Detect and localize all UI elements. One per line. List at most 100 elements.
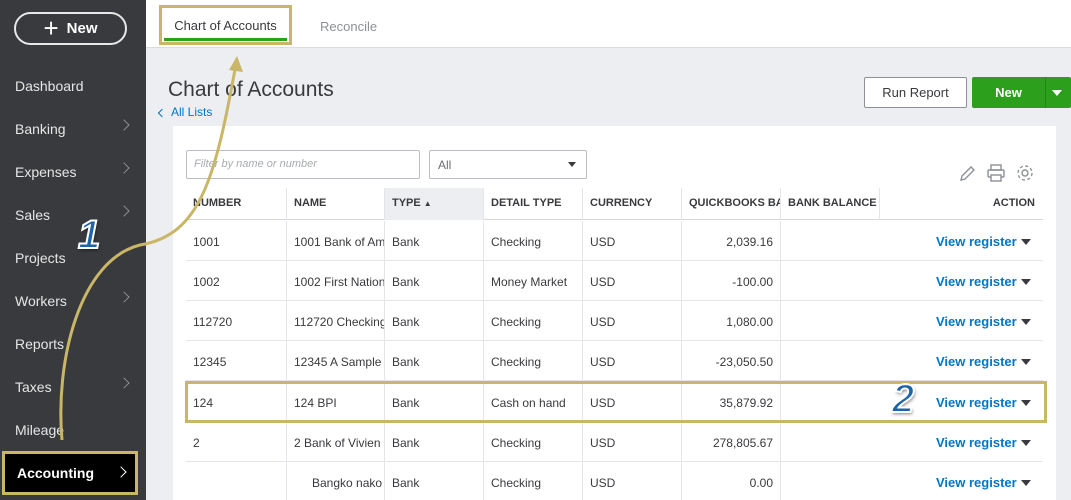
cell-name: Bangko nako: [286, 462, 384, 500]
filter-input[interactable]: Filter by name or number: [186, 150, 420, 179]
all-lists-link[interactable]: All Lists: [157, 105, 212, 119]
cell-number: [186, 462, 286, 500]
table-row[interactable]: 112720 112720 Checking Bank Checking USD…: [186, 301, 1043, 341]
column-header-number[interactable]: NUMBER: [186, 188, 286, 220]
tab-label: Chart of Accounts: [174, 17, 277, 33]
caret-down-icon[interactable]: [1021, 319, 1031, 325]
header-label: CURRENCY: [590, 197, 653, 209]
cell-number: 1002: [193, 275, 220, 289]
cell-bank-balance: [780, 261, 879, 301]
view-register-link[interactable]: View register: [936, 435, 1017, 450]
column-header-type[interactable]: TYPE ▲: [384, 188, 483, 220]
cell-bank-balance: [780, 221, 879, 261]
new-account-button[interactable]: New: [972, 77, 1071, 108]
chevron-right-icon: [118, 291, 130, 303]
cell-type: Bank: [384, 221, 483, 261]
cell-bank-balance: [780, 341, 879, 381]
sidebar-item-label: Sales: [15, 206, 51, 223]
sidebar-item-label: Accounting: [17, 465, 94, 481]
chevron-right-icon: [118, 162, 130, 174]
plus-icon: +: [43, 12, 59, 43]
cell-detail-type: Checking: [483, 462, 582, 500]
cell-currency: USD: [582, 422, 681, 462]
step-number-2: 2: [891, 376, 915, 422]
highlighted-row-outline: [185, 381, 1047, 423]
view-register-link[interactable]: View register: [936, 274, 1017, 289]
column-header-name[interactable]: NAME: [286, 188, 384, 220]
column-header-detail-type[interactable]: DETAIL TYPE: [483, 188, 582, 220]
sidebar-item-label: Mileage: [15, 421, 65, 438]
new-button-label: New: [66, 20, 98, 37]
caret-down-icon[interactable]: [1021, 359, 1031, 365]
button-divider: [1045, 77, 1046, 108]
table-row[interactable]: Bangko nako Bank Checking USD 0.00 View …: [186, 462, 1043, 500]
caret-down-icon: [568, 162, 576, 167]
step-number-1: 1: [77, 212, 101, 258]
sidebar-item-expenses[interactable]: Expenses: [0, 150, 146, 193]
cell-detail-type: Checking: [483, 301, 582, 341]
tab-chart-of-accounts[interactable]: Chart of Accounts: [159, 5, 292, 45]
sidebar-item-projects[interactable]: Projects: [0, 236, 146, 279]
tab-label: Reconcile: [320, 19, 378, 34]
tab-reconcile[interactable]: Reconcile: [320, 19, 377, 34]
cell-detail-type: Checking: [483, 341, 582, 381]
chevron-right-icon: [118, 205, 130, 217]
chevron-left-icon: [157, 108, 167, 117]
view-register-link[interactable]: View register: [936, 354, 1017, 369]
view-register-link[interactable]: View register: [936, 475, 1017, 490]
cell-currency: USD: [582, 341, 681, 381]
caret-down-icon[interactable]: [1021, 440, 1031, 446]
caret-down-icon[interactable]: [1052, 90, 1062, 96]
cell-type: Bank: [384, 301, 483, 341]
cell-detail-type: Checking: [483, 422, 582, 462]
gear-icon[interactable]: [1015, 163, 1035, 183]
table-row[interactable]: 12345 12345 A Sample Bank Checking USD -…: [186, 341, 1043, 381]
sidebar-item-label: Projects: [15, 249, 66, 266]
sidebar-item-accounting[interactable]: Accounting: [2, 451, 138, 495]
caret-down-icon[interactable]: [1021, 480, 1031, 486]
cell-quickbooks-balance: 1,080.00: [681, 301, 780, 341]
table-row[interactable]: 1001 1001 Bank of America Bank Checking …: [186, 221, 1043, 261]
cell-quickbooks-balance: 278,805.67: [681, 422, 780, 462]
header-label: ACTION: [992, 197, 1035, 209]
sidebar-item-label: Reports: [15, 335, 65, 352]
table-row[interactable]: 2 2 Bank of Vivien Bank Checking USD 278…: [186, 422, 1043, 462]
sidebar-item-label: Dashboard: [15, 77, 84, 94]
cell-bank-balance: [780, 301, 879, 341]
sidebar-item-sales[interactable]: Sales: [0, 193, 146, 236]
chevron-right-icon: [118, 119, 130, 131]
sidebar-item-mileage[interactable]: Mileage: [0, 408, 146, 451]
column-header-quickbooks-balance[interactable]: QUICKBOOKS BALANCE: [681, 188, 780, 220]
new-button[interactable]: + New: [14, 12, 127, 45]
pencil-icon[interactable]: [958, 163, 978, 183]
cell-currency: USD: [582, 301, 681, 341]
chevron-right-icon: [118, 377, 130, 389]
sidebar-item-dashboard[interactable]: Dashboard: [0, 64, 146, 107]
print-icon[interactable]: [986, 163, 1006, 183]
cell-name: 2 Bank of Vivien: [286, 422, 384, 462]
sidebar-item-workers[interactable]: Workers: [0, 279, 146, 322]
table-row[interactable]: 1002 1002 First National Bank Money Mark…: [186, 261, 1043, 301]
column-header-bank-balance[interactable]: BANK BALANCE: [780, 188, 879, 220]
run-report-button[interactable]: Run Report: [864, 77, 967, 108]
cell-currency: USD: [582, 261, 681, 301]
sidebar-item-label: Expenses: [15, 163, 77, 180]
header-label: NAME: [294, 197, 327, 209]
view-register-link[interactable]: View register: [936, 234, 1017, 249]
caret-down-icon[interactable]: [1021, 279, 1031, 285]
filter-placeholder: Filter by name or number: [194, 158, 317, 170]
caret-down-icon[interactable]: [1021, 239, 1031, 245]
sidebar-item-reports[interactable]: Reports: [0, 322, 146, 365]
view-register-link[interactable]: View register: [936, 314, 1017, 329]
column-header-action: ACTION: [879, 188, 1043, 220]
column-header-currency[interactable]: CURRENCY: [582, 188, 681, 220]
cell-currency: USD: [582, 221, 681, 261]
header-label: QUICKBOOKS BALANCE: [689, 197, 780, 209]
type-filter-select[interactable]: All: [429, 150, 587, 179]
cell-currency: USD: [582, 462, 681, 500]
cell-type: Bank: [384, 341, 483, 381]
sidebar-item-taxes[interactable]: Taxes: [0, 365, 146, 408]
sidebar-item-banking[interactable]: Banking: [0, 107, 146, 150]
run-report-label: Run Report: [882, 85, 949, 100]
header-label: NUMBER: [193, 197, 242, 209]
